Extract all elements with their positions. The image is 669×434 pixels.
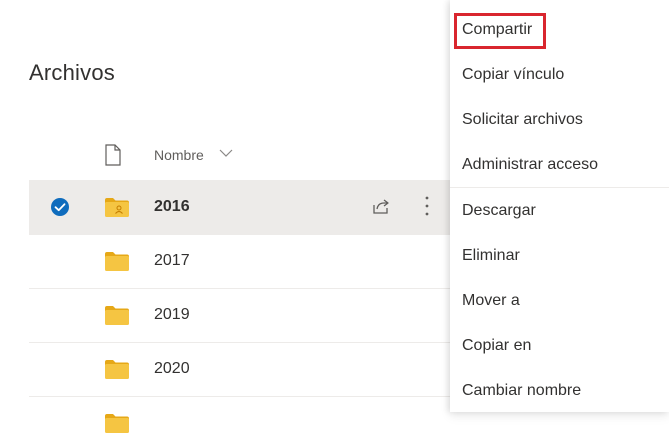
menu-divider [450,187,669,188]
context-menu: Compartir Copiar vínculo Solicitar archi… [450,0,669,412]
table-row[interactable]: 2017 [29,234,454,288]
row-name[interactable]: 2020 [154,360,190,378]
menu-item-eliminar[interactable]: Eliminar [462,247,520,265]
table-row[interactable]: 2020 [29,342,454,396]
folder-icon [105,252,129,271]
menu-item-copiar-vinculo[interactable]: Copiar vínculo [462,66,564,84]
chevron-down-icon[interactable] [218,147,234,159]
menu-item-descargar[interactable]: Descargar [462,202,536,220]
folder-icon [105,360,129,379]
table-row[interactable]: 2019 [29,288,454,342]
table-row[interactable]: 2016 [29,180,454,234]
folder-icon [105,414,129,433]
menu-item-solicitar-archivos[interactable]: Solicitar archivos [462,111,583,129]
menu-item-cambiar-nombre[interactable]: Cambiar nombre [462,382,581,400]
file-list: Nombre 2016 2017 2019 2020 [29,128,454,433]
row-name[interactable]: 2016 [154,198,190,216]
check-circle-icon[interactable] [50,197,70,217]
highlight-box [454,13,546,49]
shared-folder-icon [105,198,129,217]
page-title: Archivos [29,60,115,85]
file-icon[interactable] [104,144,122,166]
name-column-header[interactable]: Nombre [154,147,204,163]
list-header: Nombre [29,128,454,180]
menu-item-mover-a[interactable]: Mover a [462,292,520,310]
table-row[interactable] [29,396,454,433]
more-vertical-icon[interactable] [423,194,431,218]
share-icon[interactable] [371,196,391,216]
row-name[interactable]: 2017 [154,252,190,270]
menu-item-copiar-en[interactable]: Copiar en [462,337,531,355]
folder-icon [105,306,129,325]
row-name[interactable]: 2019 [154,306,190,324]
menu-item-administrar-acceso[interactable]: Administrar acceso [462,156,598,174]
